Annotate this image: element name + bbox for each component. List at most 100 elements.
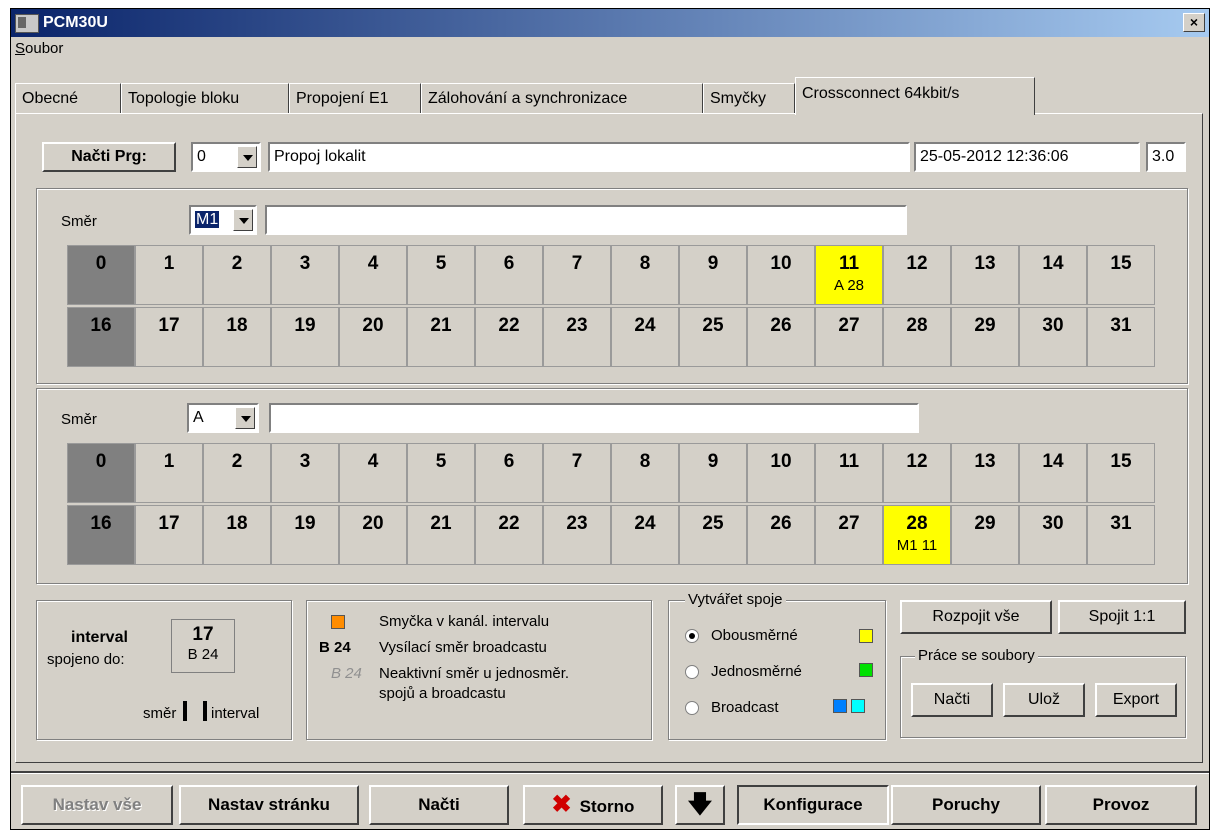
timeslot-2-0[interactable]: 0 [67, 443, 135, 503]
timeslot-2-15[interactable]: 15 [1087, 443, 1155, 503]
chevron-down-icon[interactable] [237, 146, 257, 168]
timeslot-1-0[interactable]: 0 [67, 245, 135, 305]
timeslot-1-6[interactable]: 6 [475, 245, 543, 305]
timeslot-2-31[interactable]: 31 [1087, 505, 1155, 565]
timeslot-2-29[interactable]: 29 [951, 505, 1019, 565]
timeslot-2-19[interactable]: 19 [271, 505, 339, 565]
timeslot-2-6[interactable]: 6 [475, 443, 543, 503]
timeslot-2-1[interactable]: 1 [135, 443, 203, 503]
timeslot-2-17[interactable]: 17 [135, 505, 203, 565]
faults-button[interactable]: Poruchy [891, 785, 1041, 825]
config-button[interactable]: Konfigurace [737, 785, 889, 825]
timeslot-2-23[interactable]: 23 [543, 505, 611, 565]
timeslot-2-18[interactable]: 18 [203, 505, 271, 565]
timeslot-2-12[interactable]: 12 [883, 443, 951, 503]
radio-unidirectional[interactable] [685, 665, 699, 679]
timeslot-1-22[interactable]: 22 [475, 307, 543, 367]
timeslot-1-26[interactable]: 26 [747, 307, 815, 367]
timeslot-2-4[interactable]: 4 [339, 443, 407, 503]
radio-bidirectional[interactable] [685, 629, 699, 643]
timeslot-1-13[interactable]: 13 [951, 245, 1019, 305]
timeslot-1-28[interactable]: 28 [883, 307, 951, 367]
tab-2[interactable]: Topologie bloku [121, 83, 289, 113]
timeslot-1-21[interactable]: 21 [407, 307, 475, 367]
direction-select-1[interactable]: M1 [189, 205, 257, 235]
timeslot-1-16[interactable]: 16 [67, 307, 135, 367]
timeslot-2-26[interactable]: 26 [747, 505, 815, 565]
timeslot-1-24[interactable]: 24 [611, 307, 679, 367]
timeslot-1-10[interactable]: 10 [747, 245, 815, 305]
cancel-button[interactable]: ✖ Storno [523, 785, 663, 825]
timeslot-1-25[interactable]: 25 [679, 307, 747, 367]
timeslot-2-28[interactable]: 28 M1 11 [883, 505, 951, 565]
timeslot-1-18[interactable]: 18 [203, 307, 271, 367]
load-prg-button[interactable]: Načti Prg: [42, 142, 176, 172]
tab-1[interactable]: Obecné [15, 83, 121, 113]
timeslot-1-20[interactable]: 20 [339, 307, 407, 367]
timeslot-2-10[interactable]: 10 [747, 443, 815, 503]
tab-3[interactable]: Propojení E1 [289, 83, 421, 113]
direction-name-1[interactable] [265, 205, 907, 235]
close-button[interactable]: × [1183, 13, 1205, 32]
timeslot-2-2[interactable]: 2 [203, 443, 271, 503]
timeslot-2-13[interactable]: 13 [951, 443, 1019, 503]
timeslot-1-23[interactable]: 23 [543, 307, 611, 367]
chevron-down-icon[interactable] [235, 407, 255, 429]
tab-6[interactable]: Crossconnect 64kbit/s [795, 77, 1035, 115]
operation-button[interactable]: Provoz [1045, 785, 1197, 825]
timeslot-2-3[interactable]: 3 [271, 443, 339, 503]
timeslot-2-8[interactable]: 8 [611, 443, 679, 503]
disconnect-all-button[interactable]: Rozpojit vše [900, 600, 1052, 634]
timeslot-1-19[interactable]: 19 [271, 307, 339, 367]
timeslot-1-27[interactable]: 27 [815, 307, 883, 367]
timeslot-1-3[interactable]: 3 [271, 245, 339, 305]
timeslot-2-24[interactable]: 24 [611, 505, 679, 565]
file-save-button[interactable]: Ulož [1003, 683, 1085, 717]
chevron-down-icon[interactable] [233, 209, 253, 231]
file-export-button[interactable]: Export [1095, 683, 1177, 717]
direction-select-2[interactable]: A [187, 403, 259, 433]
direction-name-2[interactable] [269, 403, 919, 433]
tab-5[interactable]: Smyčky [703, 83, 795, 113]
timeslot-2-5[interactable]: 5 [407, 443, 475, 503]
arrow-down-button[interactable]: 🡇 [675, 785, 725, 825]
timeslot-2-27[interactable]: 27 [815, 505, 883, 565]
bottom-load-button[interactable]: Načti [369, 785, 509, 825]
timeslot-2-14[interactable]: 14 [1019, 443, 1087, 503]
timeslot-1-11[interactable]: 11 A 28 [815, 245, 883, 305]
radio-broadcast[interactable] [685, 701, 699, 715]
timeslot-2-16[interactable]: 16 [67, 505, 135, 565]
file-load-button[interactable]: Načti [911, 683, 993, 717]
timeslot-1-31[interactable]: 31 [1087, 307, 1155, 367]
timeslot-2-11[interactable]: 11 [815, 443, 883, 503]
set-all-button[interactable]: Nastav vše [21, 785, 173, 825]
timeslot-2-30[interactable]: 30 [1019, 505, 1087, 565]
create-connections-title: Vytvářet spoje [685, 591, 786, 608]
prg-name-field[interactable]: Propoj lokalit [268, 142, 910, 172]
menu-soubor[interactable]: Soubor [15, 40, 63, 57]
timeslot-1-9[interactable]: 9 [679, 245, 747, 305]
timeslot-1-1[interactable]: 1 [135, 245, 203, 305]
timeslot-2-20[interactable]: 20 [339, 505, 407, 565]
timeslot-number: 18 [226, 315, 248, 336]
prg-select[interactable]: 0 [191, 142, 261, 172]
connect-1to1-button[interactable]: Spojit 1:1 [1058, 600, 1186, 634]
timeslot-1-8[interactable]: 8 [611, 245, 679, 305]
timeslot-1-14[interactable]: 14 [1019, 245, 1087, 305]
tab-4[interactable]: Zálohování a synchronizace [421, 83, 703, 113]
timeslot-1-17[interactable]: 17 [135, 307, 203, 367]
timeslot-1-15[interactable]: 15 [1087, 245, 1155, 305]
timeslot-2-25[interactable]: 25 [679, 505, 747, 565]
timeslot-1-5[interactable]: 5 [407, 245, 475, 305]
set-page-button[interactable]: Nastav stránku [179, 785, 359, 825]
timeslot-2-7[interactable]: 7 [543, 443, 611, 503]
timeslot-2-9[interactable]: 9 [679, 443, 747, 503]
timeslot-1-2[interactable]: 2 [203, 245, 271, 305]
timeslot-2-21[interactable]: 21 [407, 505, 475, 565]
timeslot-1-30[interactable]: 30 [1019, 307, 1087, 367]
timeslot-1-7[interactable]: 7 [543, 245, 611, 305]
timeslot-1-29[interactable]: 29 [951, 307, 1019, 367]
timeslot-1-4[interactable]: 4 [339, 245, 407, 305]
timeslot-1-12[interactable]: 12 [883, 245, 951, 305]
timeslot-2-22[interactable]: 22 [475, 505, 543, 565]
